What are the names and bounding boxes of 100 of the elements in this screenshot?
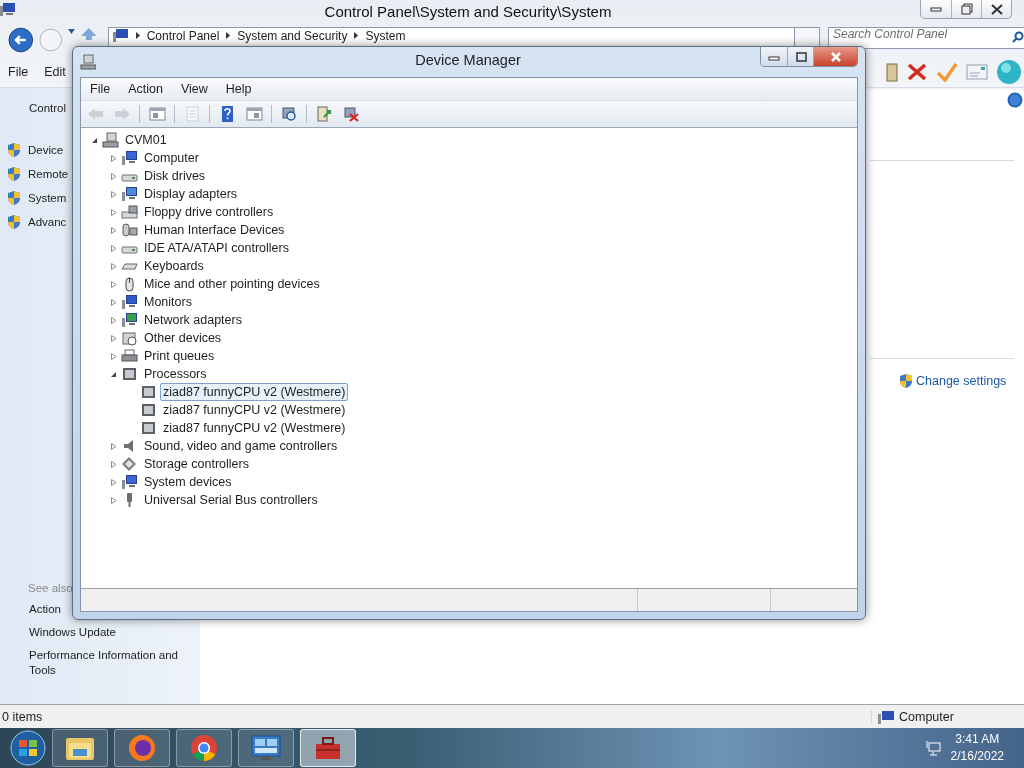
maximize-button[interactable] [787,47,813,66]
tree-item[interactable]: Display adapters [141,185,241,203]
start-button[interactable] [8,730,48,766]
expand-arrow-icon[interactable] [110,190,117,198]
dropdown-arrow-icon[interactable] [67,27,76,35]
expand-arrow-icon[interactable] [110,478,117,486]
tree-item[interactable]: Other devices [141,329,225,347]
sidebar-link[interactable]: Windows Update [29,625,116,640]
sidebar-link[interactable]: System [28,192,67,204]
search-field[interactable]: Search Control Panel [828,27,1024,49]
tree-item[interactable]: ziad87 funnyCPU v2 (Westmere) [160,383,349,401]
expand-arrow-icon[interactable] [110,496,117,504]
maximize-icon [793,50,808,63]
folder-icon [65,735,95,761]
expand-arrow-icon[interactable] [110,172,117,180]
sidebar-link[interactable]: Advanc [28,216,67,228]
expand-arrow-icon[interactable] [110,442,117,450]
expand-arrow-icon[interactable] [110,262,117,270]
unknown-device-icon [121,330,138,346]
taskbar-button[interactable] [52,729,108,767]
change-settings-link[interactable]: Change settings [916,374,1007,388]
status-text: Computer [899,709,954,724]
breadcrumb-link[interactable]: System and Security [237,28,348,43]
tree-item[interactable]: Print queues [141,347,218,365]
sidebar-link[interactable]: Remote [28,168,69,180]
taskbar-button[interactable] [176,729,232,767]
collapse-arrow-icon[interactable] [91,136,98,144]
menu-item[interactable]: Help [216,82,261,96]
tree-item[interactable]: Keyboards [141,257,207,275]
expand-arrow-icon[interactable] [110,154,117,162]
tree-item[interactable]: IDE ATA/ATAPI controllers [141,239,292,257]
window-title: Control Panel\System and Security\System [323,2,613,20]
menu-item[interactable]: View [171,82,217,96]
tree-item[interactable]: Network adapters [141,311,245,329]
monitor-icon [121,294,138,310]
menu-item[interactable]: Edit [36,65,74,79]
system-icon [121,474,138,490]
envelope-icon[interactable] [966,64,988,80]
chip-icon [140,384,157,400]
refresh-button[interactable] [794,27,820,49]
expand-arrow-icon[interactable] [110,226,117,234]
clipboard-icon[interactable] [886,62,898,82]
computer-tree-icon [80,54,96,70]
input-device-icon [121,222,138,238]
sidebar-link[interactable]: Control [29,102,67,114]
tree-item[interactable]: Monitors [141,293,195,311]
expand-arrow-icon[interactable] [110,334,117,342]
expand-arrow-icon[interactable] [110,352,117,360]
tree-item[interactable]: Universal Serial Bus controllers [141,491,321,509]
expand-arrow-icon[interactable] [110,244,117,252]
tree-item[interactable]: Computer [141,149,202,167]
menu-item[interactable]: File [0,65,37,79]
scan-hardware-icon [279,105,299,123]
sidebar-link[interactable]: Device [28,144,64,156]
tree-item[interactable]: Floppy drive controllers [141,203,277,221]
status-text: 0 items [1,709,43,724]
expand-arrow-icon[interactable] [110,316,117,324]
computer-icon [121,150,138,166]
expand-arrow-icon[interactable] [110,208,117,216]
collapse-arrow-icon[interactable] [110,370,117,378]
shield-icon [6,166,22,182]
minimize-button[interactable] [761,47,787,66]
checkmark-icon[interactable] [936,62,958,82]
taskbar-button[interactable] [300,729,356,767]
taskbar-button[interactable] [238,729,294,767]
clock[interactable]: 3:41 AM 2/16/2022 [950,731,1004,765]
delete-icon[interactable] [906,62,928,82]
breadcrumb-link[interactable]: System [365,28,406,43]
menu-item[interactable]: File [81,82,120,96]
back-button[interactable] [8,27,34,53]
tree-item[interactable]: CVM01 [122,131,170,149]
shield-icon [898,373,914,389]
pane-icon [147,105,167,123]
clock-time: 3:41 AM [955,731,1000,748]
expand-arrow-icon[interactable] [110,298,117,306]
tree-item[interactable]: ziad87 funnyCPU v2 (Westmere) [160,401,349,419]
globe-icon[interactable] [996,59,1022,85]
sidebar-link[interactable]: Performance Information and Tools [29,648,194,678]
tree-item[interactable]: Human Interface Devices [141,221,288,239]
chip-icon [121,366,138,382]
chevron-icon [225,32,232,39]
breadcrumb-link[interactable]: Control Panel [146,28,220,43]
display-icon [121,186,138,202]
tree-item[interactable]: Sound, video and game controllers [141,437,341,455]
network-icon[interactable] [924,740,941,756]
tree-item[interactable]: Disk drives [141,167,209,185]
expand-arrow-icon[interactable] [110,280,117,288]
expand-arrow-icon[interactable] [110,460,117,468]
sidebar-link[interactable]: Action [29,602,61,617]
chevron-icon [134,32,141,39]
tree-item[interactable]: Storage controllers [141,455,252,473]
help-icon[interactable] [1007,92,1023,108]
toolbox-icon [314,735,342,761]
tree-item[interactable]: Mice and other pointing devices [141,275,323,293]
tree-item[interactable]: System devices [141,473,235,491]
menu-item[interactable]: Action [119,82,172,96]
address-bar[interactable]: Control Panel System and Security System [107,27,796,49]
restore-icon [959,3,974,15]
tree-item[interactable]: ziad87 funnyCPU v2 (Westmere) [160,419,349,437]
tree-item[interactable]: Processors [141,365,210,383]
